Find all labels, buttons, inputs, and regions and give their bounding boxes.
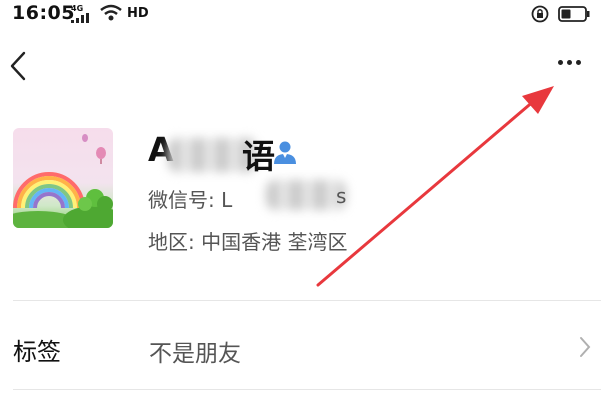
rainbow-landscape-image bbox=[13, 134, 113, 228]
avatar[interactable] bbox=[13, 128, 113, 228]
tag-row[interactable]: 标签 不是朋友 bbox=[0, 301, 601, 389]
wechat-id-label: 微信号: L bbox=[148, 188, 233, 212]
person-badge-icon bbox=[274, 141, 296, 164]
battery-icon bbox=[558, 6, 590, 22]
wechat-id-redaction bbox=[266, 180, 346, 210]
wechat-id-end: s bbox=[336, 184, 347, 208]
status-time: 16:05 bbox=[12, 2, 75, 24]
signal-icon bbox=[71, 13, 89, 23]
rotation-lock-icon bbox=[531, 5, 549, 23]
hd-label: HD bbox=[127, 6, 149, 21]
more-dot-icon bbox=[558, 60, 563, 65]
region-label: 地区: 中国香港 荃湾区 bbox=[148, 230, 348, 254]
chevron-right-icon bbox=[580, 337, 591, 357]
status-bar: 16:05 4G HD bbox=[0, 0, 601, 30]
tag-row-label: 标签 bbox=[13, 338, 61, 366]
more-options-button[interactable] bbox=[558, 60, 581, 65]
contact-name-end: 语 bbox=[242, 137, 275, 176]
more-dot-icon bbox=[567, 60, 572, 65]
tag-row-value: 不是朋友 bbox=[149, 341, 241, 367]
network-type-label: 4G bbox=[71, 4, 84, 13]
section-divider bbox=[13, 389, 601, 390]
wifi-icon bbox=[100, 4, 122, 21]
more-dot-icon bbox=[576, 60, 581, 65]
back-button[interactable] bbox=[8, 50, 28, 82]
